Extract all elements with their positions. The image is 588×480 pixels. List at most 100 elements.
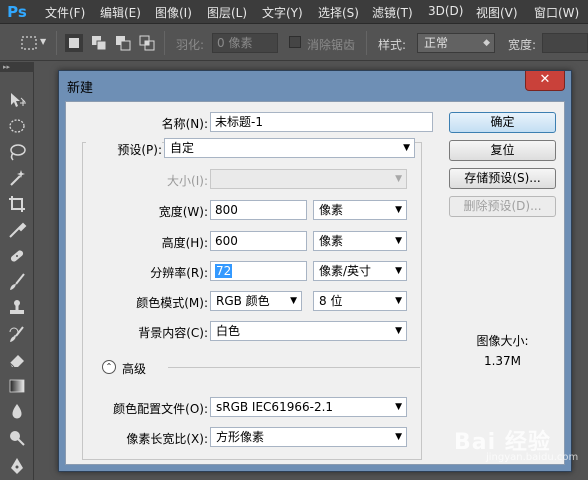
width-input[interactable]: 800 — [210, 200, 307, 220]
new-document-dialog: 新建 ✕ 名称(N): 未标题-1 预设(P): 自定 ▼ 大小(I): ▼ 宽… — [58, 70, 572, 472]
intersect-selection-icon[interactable] — [138, 34, 156, 52]
separator — [164, 31, 165, 55]
clone-stamp-icon[interactable] — [7, 298, 27, 318]
name-input[interactable]: 未标题-1 — [210, 112, 433, 132]
blur-tool-icon[interactable] — [7, 402, 27, 422]
size-select: ▼ — [210, 169, 407, 189]
chevron-down-icon: ▼ — [290, 296, 297, 306]
collapse-advanced-icon[interactable]: ⌃ — [102, 360, 116, 374]
background-value: 白色 — [216, 324, 241, 338]
separator — [366, 31, 367, 55]
menu-bar: Ps 文件(F) 编辑(E) 图像(I) 图层(L) 文字(Y) 选择(S) 滤… — [0, 0, 588, 24]
advanced-label[interactable]: 高级 — [122, 360, 146, 377]
height-input[interactable]: 600 — [210, 231, 307, 251]
color-profile-value: sRGB IEC61966-2.1 — [216, 400, 334, 414]
feather-input[interactable]: 0 像素 — [212, 33, 278, 53]
eraser-tool-icon[interactable] — [7, 350, 27, 370]
separator — [56, 31, 57, 55]
advanced-divider — [168, 367, 420, 368]
chevron-down-icon: ▼ — [403, 143, 410, 153]
crop-tool-icon[interactable] — [7, 194, 27, 214]
feather-label: 羽化: — [176, 38, 205, 52]
menu-filter[interactable]: 滤镜(T) — [372, 4, 413, 21]
menu-layer[interactable]: 图层(L) — [207, 4, 247, 21]
style-select[interactable]: 正常 ◆ — [417, 33, 495, 53]
chevron-down-icon: ◆ — [483, 38, 490, 48]
healing-brush-icon[interactable] — [7, 246, 27, 266]
marquee-tool-icon[interactable] — [20, 34, 38, 52]
chevron-down-icon: ▼ — [395, 205, 402, 215]
pixel-aspect-value: 方形像素 — [216, 430, 265, 444]
width-label: 宽度: — [508, 38, 537, 52]
menu-select[interactable]: 选择(S) — [318, 4, 359, 21]
resolution-unit-value: 像素/英寸 — [319, 264, 372, 278]
color-profile-label: 颜色配置文件(O): — [113, 402, 208, 416]
history-brush-icon[interactable] — [7, 324, 27, 344]
color-profile-select[interactable]: sRGB IEC61966-2.1 ▼ — [210, 397, 407, 417]
resolution-input[interactable]: 72 — [210, 261, 307, 281]
chevron-down-icon[interactable]: ▼ — [40, 37, 46, 46]
dialog-body: 名称(N): 未标题-1 预设(P): 自定 ▼ 大小(I): ▼ 宽度(W):… — [65, 101, 565, 465]
chevron-down-icon: ▼ — [395, 236, 402, 246]
chevron-down-icon: ▼ — [395, 402, 402, 412]
panel-collapse-icon[interactable]: ▸▸ — [0, 62, 34, 72]
baidu-watermark-url: jingyan.baidu.com — [486, 452, 579, 463]
new-selection-icon[interactable] — [65, 34, 83, 52]
menu-view[interactable]: 视图(V) — [476, 4, 518, 21]
resolution-value: 72 — [215, 264, 233, 278]
chevron-down-icon: ▼ — [395, 432, 402, 442]
height-unit-value: 像素 — [319, 234, 344, 248]
close-button[interactable]: ✕ — [525, 71, 565, 91]
menu-window[interactable]: 窗口(W) — [534, 4, 579, 21]
move-tool-icon[interactable] — [7, 90, 27, 110]
bit-depth-value: 8 位 — [319, 294, 343, 308]
bit-depth-select[interactable]: 8 位 ▼ — [313, 291, 407, 311]
dialog-title: 新建 — [67, 81, 94, 96]
reset-button[interactable]: 复位 — [449, 140, 556, 161]
photoshop-logo: Ps — [7, 3, 27, 21]
image-size-label: 图像大小: — [476, 334, 529, 348]
style-label: 样式: — [378, 38, 407, 52]
brush-tool-icon[interactable] — [7, 272, 27, 292]
menu-type[interactable]: 文字(Y) — [262, 4, 303, 21]
resolution-label: 分辨率(R): — [150, 266, 208, 280]
size-label: 大小(I): — [167, 174, 208, 188]
lasso-tool-icon[interactable] — [7, 142, 27, 162]
add-to-selection-icon[interactable] — [90, 34, 108, 52]
style-value: 正常 — [424, 36, 449, 50]
delete-preset-button: 删除预设(D)... — [449, 196, 556, 217]
pen-tool-icon[interactable] — [7, 456, 27, 476]
options-bar: ▼ 羽化: 0 像素 消除锯齿 样式: 正常 ◆ 宽度: — [0, 25, 588, 61]
pixel-aspect-select[interactable]: 方形像素 ▼ — [210, 427, 407, 447]
pixel-aspect-label: 像素长宽比(X): — [126, 432, 208, 446]
elliptical-marquee-icon[interactable] — [7, 116, 27, 136]
magic-wand-icon[interactable] — [7, 168, 27, 188]
preset-label: 预设(P): — [86, 141, 162, 158]
eyedropper-icon[interactable] — [7, 220, 27, 240]
height-unit-select[interactable]: 像素 ▼ — [313, 231, 407, 251]
subtract-from-selection-icon[interactable] — [114, 34, 132, 52]
menu-file[interactable]: 文件(F) — [45, 4, 85, 21]
resolution-unit-select[interactable]: 像素/英寸 ▼ — [313, 261, 407, 281]
width-input[interactable] — [542, 33, 588, 53]
width-unit-value: 像素 — [319, 203, 344, 217]
gradient-tool-icon[interactable] — [7, 376, 27, 396]
name-label: 名称(N): — [161, 117, 208, 131]
antialias-checkbox[interactable] — [289, 36, 301, 48]
menu-image[interactable]: 图像(I) — [155, 4, 192, 21]
ok-button[interactable]: 确定 — [449, 112, 556, 133]
width-label: 宽度(W): — [158, 205, 208, 219]
menu-edit[interactable]: 编辑(E) — [100, 4, 141, 21]
chevron-down-icon: ▼ — [395, 296, 402, 306]
menu-3d[interactable]: 3D(D) — [428, 4, 463, 18]
height-label: 高度(H): — [161, 236, 208, 250]
width-unit-select[interactable]: 像素 ▼ — [313, 200, 407, 220]
chevron-down-icon: ▼ — [395, 266, 402, 276]
preset-select[interactable]: 自定 ▼ — [164, 138, 415, 158]
save-preset-button[interactable]: 存储预设(S)... — [449, 168, 556, 189]
background-select[interactable]: 白色 ▼ — [210, 321, 407, 341]
background-label: 背景内容(C): — [138, 326, 208, 340]
chevron-down-icon: ▼ — [395, 174, 402, 184]
color-mode-select[interactable]: RGB 颜色 ▼ — [210, 291, 302, 311]
dodge-tool-icon[interactable] — [7, 428, 27, 448]
